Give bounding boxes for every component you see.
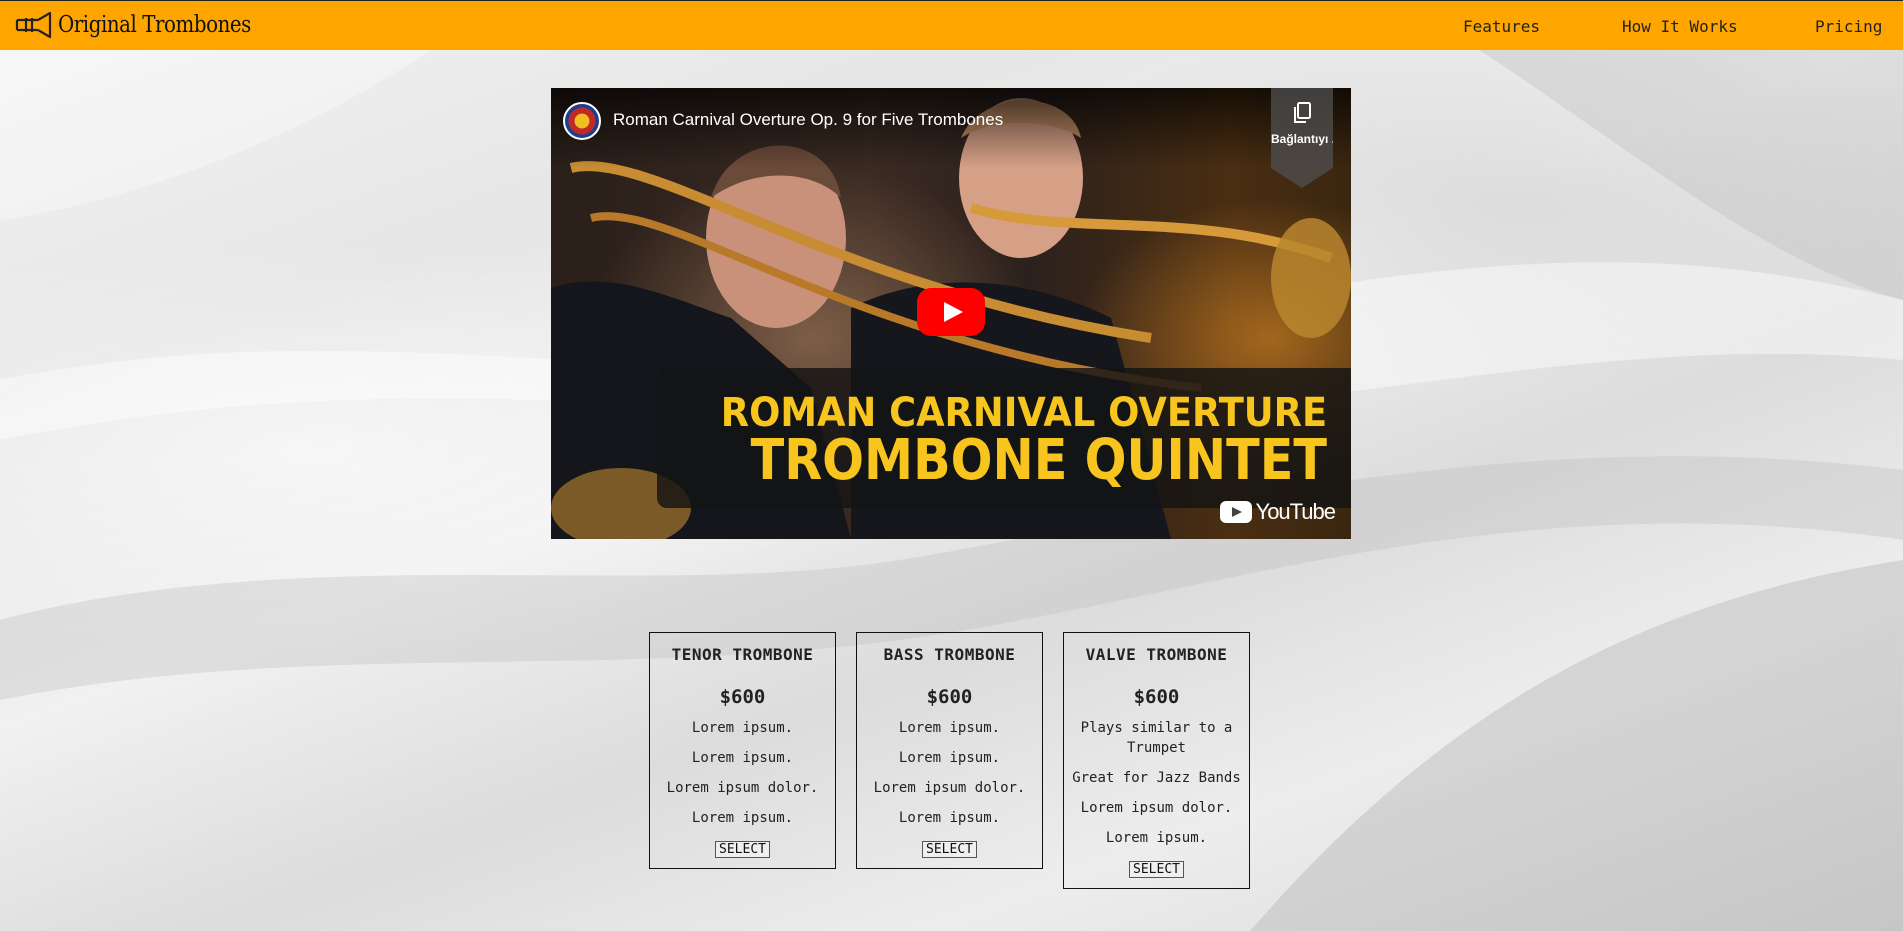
plan-feature: Lorem ipsum. [1105, 830, 1208, 846]
plan-price: $600 [1133, 686, 1180, 708]
banner-line-2: TROMBONE QUINTET [750, 428, 1327, 493]
brand-logo[interactable]: Original Trombones [14, 10, 282, 40]
nav-link-how-it-works[interactable]: How It Works [1622, 17, 1738, 36]
select-button[interactable]: SELECT [715, 841, 770, 858]
copy-link-button[interactable]: Bağlantıyı ... [1271, 88, 1333, 188]
video-title-banner: ROMAN CARNIVAL OVERTURE TROMBONE QUINTET [657, 368, 1351, 508]
plan-price: $600 [719, 686, 766, 708]
plan-name: VALVE TROMBONE [1085, 645, 1228, 664]
plan-name: BASS TROMBONE [883, 645, 1016, 664]
plan-feature: Great for Jazz Bands [1072, 770, 1241, 786]
copy-link-label: Bağlantıyı ... [1271, 132, 1342, 146]
brand-name: Original Trombones [58, 12, 251, 38]
youtube-wordmark: YouTube [1255, 499, 1336, 524]
plan-feature: Lorem ipsum dolor. [873, 780, 1026, 796]
plan-feature: Lorem ipsum. [898, 750, 1001, 766]
plan-name: TENOR TROMBONE [671, 645, 814, 664]
youtube-logo[interactable]: YouTube [1219, 499, 1336, 525]
select-button[interactable]: SELECT [922, 841, 977, 858]
plan-price: $600 [926, 686, 973, 708]
pricing-card-tenor: TENOR TROMBONE $600 Lorem ipsum. Lorem i… [649, 632, 836, 869]
plan-feature: Lorem ipsum dolor. [1080, 800, 1233, 816]
select-button[interactable]: SELECT [1129, 861, 1184, 878]
plan-feature: Plays similar to a Trumpet [1080, 720, 1233, 756]
plan-feature: Lorem ipsum. [898, 720, 1001, 736]
channel-avatar[interactable] [563, 102, 601, 140]
trombone-icon [15, 11, 52, 39]
youtube-video-embed[interactable]: Roman Carnival Overture Op. 9 for Five T… [551, 88, 1351, 539]
nav-link-pricing[interactable]: Pricing [1815, 17, 1882, 36]
nav-link-features[interactable]: Features [1463, 17, 1540, 36]
plan-feature: Lorem ipsum. [898, 810, 1001, 826]
top-navbar: Original Trombones Features How It Works… [0, 0, 1903, 50]
pricing-card-bass: BASS TROMBONE $600 Lorem ipsum. Lorem ip… [856, 632, 1043, 869]
video-title[interactable]: Roman Carnival Overture Op. 9 for Five T… [613, 110, 1003, 130]
pricing-card-valve: VALVE TROMBONE $600 Plays similar to a T… [1063, 632, 1250, 889]
copy-icon [1294, 102, 1311, 123]
plan-feature: Lorem ipsum. [691, 750, 794, 766]
youtube-icon [1219, 501, 1252, 523]
plan-feature: Lorem ipsum. [691, 720, 794, 736]
plan-feature: Lorem ipsum dolor. [666, 780, 819, 796]
plan-feature: Lorem ipsum. [691, 810, 794, 826]
play-icon[interactable] [917, 288, 985, 336]
